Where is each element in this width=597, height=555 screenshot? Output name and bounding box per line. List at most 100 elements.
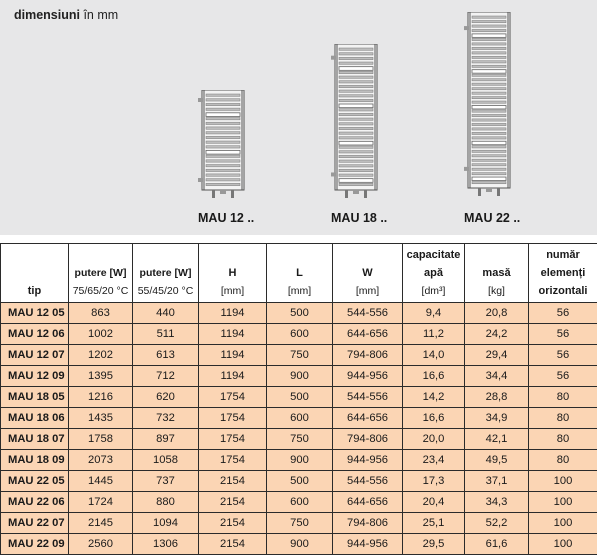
col-width-cell: 544-556: [333, 387, 403, 408]
col-length-cell: 750: [267, 429, 333, 450]
col-power-55-cell: 613: [133, 345, 199, 366]
col-water-capacity-title: capacitate apă: [407, 249, 461, 279]
col-tip-cell: MAU 22 06: [1, 492, 69, 513]
col-length-cell: 500: [267, 387, 333, 408]
col-elements-cell: 56: [529, 324, 597, 345]
col-height-cell: 2154: [199, 471, 267, 492]
col-power-75-cell: 1216: [69, 387, 133, 408]
radiator-mau22-drawing: [464, 12, 514, 204]
col-mass-cell: 20,8: [465, 303, 529, 324]
col-length-unit: [mm]: [268, 282, 331, 300]
col-length-cell: 900: [267, 450, 333, 471]
col-water-capacity-cell: 29,5: [403, 534, 465, 555]
col-height-cell: 1194: [199, 303, 267, 324]
col-water-capacity-cell: 16,6: [403, 408, 465, 429]
col-water-capacity-cell: 20,0: [403, 429, 465, 450]
col-length-cell: 500: [267, 471, 333, 492]
dimensions-title-unit: în mm: [80, 8, 118, 22]
col-elements-cell: 80: [529, 450, 597, 471]
col-power-55-cell: 1094: [133, 513, 199, 534]
col-power-55-cell: 737: [133, 471, 199, 492]
col-power-75-cell: 1002: [69, 324, 133, 345]
col-height-cell: 2154: [199, 513, 267, 534]
col-mass-cell: 42,1: [465, 429, 529, 450]
col-power-75-title: putere [W]: [75, 267, 127, 279]
radiator-label-mau12: MAU 12 ..: [198, 211, 254, 225]
col-length-title: L: [296, 267, 303, 279]
radiator-mau18-drawing: [331, 44, 381, 206]
col-power-55-cell: 620: [133, 387, 199, 408]
col-power-75-cell: 1758: [69, 429, 133, 450]
col-power-55-cell: 712: [133, 366, 199, 387]
col-power-75-cell: 863: [69, 303, 133, 324]
col-tip-cell: MAU 22 07: [1, 513, 69, 534]
col-length-cell: 750: [267, 513, 333, 534]
col-power-75-cell: 1445: [69, 471, 133, 492]
col-width-cell: 544-556: [333, 471, 403, 492]
col-water-capacity-cell: 17,3: [403, 471, 465, 492]
col-water-capacity-cell: 25,1: [403, 513, 465, 534]
col-width-cell: 644-656: [333, 324, 403, 345]
col-water-capacity-cell: 11,2: [403, 324, 465, 345]
col-height-cell: 2154: [199, 534, 267, 555]
table-row: MAU 12 0610025111194600644-65611,224,256: [1, 324, 597, 345]
col-mass-cell: 49,5: [465, 450, 529, 471]
col-width-cell: 794-806: [333, 429, 403, 450]
col-power-55-cell: 1058: [133, 450, 199, 471]
col-mass-cell: 34,4: [465, 366, 529, 387]
col-height-unit: [mm]: [200, 282, 265, 300]
col-power-55-cell: 440: [133, 303, 199, 324]
col-power-55-cell: 897: [133, 429, 199, 450]
table-row: MAU 22 09256013062154900944-95629,561,61…: [1, 534, 597, 555]
col-water-capacity-unit: [dm³]: [404, 282, 463, 300]
col-tip-cell: MAU 18 05: [1, 387, 69, 408]
col-elements-cell: 80: [529, 408, 597, 429]
col-elements-cell: 80: [529, 429, 597, 450]
col-mass-cell: 37,1: [465, 471, 529, 492]
col-power-55-cell: 1306: [133, 534, 199, 555]
col-height-cell: 1194: [199, 345, 267, 366]
col-mass-cell: 61,6: [465, 534, 529, 555]
col-length-header: L [mm]: [267, 244, 333, 303]
table-row: MAU 18 09207310581754900944-95623,449,58…: [1, 450, 597, 471]
col-elements-header: număr elemenți orizontali: [529, 244, 597, 303]
radiator-label-mau18: MAU 18 ..: [331, 211, 387, 225]
col-width-cell: 944-956: [333, 450, 403, 471]
col-elements-title: număr elemenți orizontali: [539, 249, 588, 297]
col-mass-cell: 28,8: [465, 387, 529, 408]
col-power-75-unit: 75/65/20 °C: [70, 282, 131, 300]
table-row: MAU 18 0614357321754600644-65616,634,980: [1, 408, 597, 429]
col-mass-title: masă: [482, 267, 510, 279]
col-power-75-cell: 1435: [69, 408, 133, 429]
col-power-55-cell: 880: [133, 492, 199, 513]
col-power-75-cell: 1202: [69, 345, 133, 366]
table-row: MAU 12 0712026131194750794-80614,029,456: [1, 345, 597, 366]
table-row: MAU 12 0913957121194900944-95616,634,456: [1, 366, 597, 387]
col-tip-cell: MAU 18 06: [1, 408, 69, 429]
col-width-cell: 944-956: [333, 534, 403, 555]
col-elements-cell: 100: [529, 471, 597, 492]
col-tip-cell: MAU 12 06: [1, 324, 69, 345]
col-elements-cell: 100: [529, 513, 597, 534]
col-length-cell: 900: [267, 366, 333, 387]
col-length-cell: 600: [267, 492, 333, 513]
col-width-unit: [mm]: [334, 282, 401, 300]
col-power-55-header: putere [W]55/45/20 °C: [133, 244, 199, 303]
radiator-outline-icon: [464, 12, 514, 204]
col-tip-cell: MAU 18 09: [1, 450, 69, 471]
col-elements-cell: 56: [529, 366, 597, 387]
col-tip-title: tip: [28, 285, 41, 297]
col-power-55-cell: 511: [133, 324, 199, 345]
col-power-55-cell: 732: [133, 408, 199, 429]
col-water-capacity-cell: 9,4: [403, 303, 465, 324]
col-water-capacity-cell: 20,4: [403, 492, 465, 513]
col-water-capacity-cell: 14,2: [403, 387, 465, 408]
col-power-75-cell: 2145: [69, 513, 133, 534]
col-width-cell: 544-556: [333, 303, 403, 324]
col-width-cell: 944-956: [333, 366, 403, 387]
radiator-mau12-drawing: [198, 90, 248, 206]
col-width-cell: 644-656: [333, 492, 403, 513]
col-tip-header: tip: [1, 244, 69, 303]
col-elements-cell: 100: [529, 492, 597, 513]
table-row: MAU 22 0617248802154600644-65620,434,310…: [1, 492, 597, 513]
